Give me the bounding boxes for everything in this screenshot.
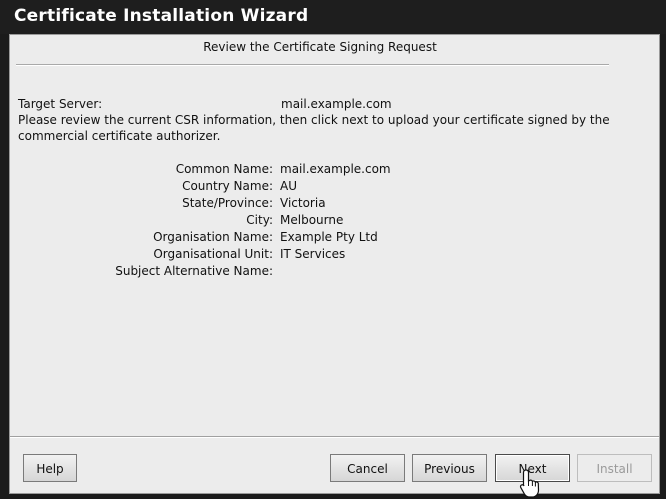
intro-text: Please review the current CSR informatio… xyxy=(18,113,610,143)
wizard-body: Review the Certificate Signing Request T… xyxy=(9,34,660,498)
target-server-label: Target Server: xyxy=(18,97,103,111)
country-name-label: Country Name: xyxy=(182,179,273,193)
city-label: City: xyxy=(246,213,273,227)
header-divider xyxy=(16,64,609,66)
hand-pointer-icon xyxy=(519,469,540,498)
common-name-label: Common Name: xyxy=(175,162,273,176)
country-name-value: AU xyxy=(280,179,297,193)
organisation-name-label: Organisation Name: xyxy=(153,230,273,244)
step-title: Review the Certificate Signing Request xyxy=(203,40,437,54)
organisational-unit-value: IT Services xyxy=(280,247,346,261)
state-province-label: State/Province: xyxy=(182,196,273,210)
previous-button[interactable]: Previous xyxy=(412,454,487,482)
subject-alt-name-label: Subject Alternative Name: xyxy=(115,264,273,278)
cancel-button[interactable]: Cancel xyxy=(330,454,405,482)
target-server-value: mail.example.com xyxy=(281,97,392,111)
help-button[interactable]: Help xyxy=(23,454,77,482)
city-value: Melbourne xyxy=(280,213,344,227)
footer-divider xyxy=(10,436,659,438)
wizard-window: Certificate Installation Wizard Review t… xyxy=(0,0,666,498)
common-name-value: mail.example.com xyxy=(280,162,391,176)
title-bar[interactable]: Certificate Installation Wizard xyxy=(0,0,666,34)
state-province-value: Victoria xyxy=(280,196,326,210)
organisation-name-value: Example Pty Ltd xyxy=(280,230,378,244)
install-button[interactable]: Install xyxy=(577,454,652,482)
window-title: Certificate Installation Wizard xyxy=(14,6,309,26)
organisational-unit-label: Organisational Unit: xyxy=(153,247,273,261)
